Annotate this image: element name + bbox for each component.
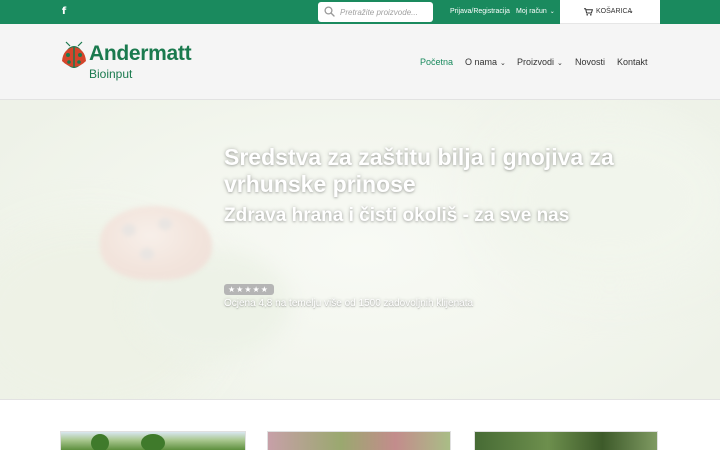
hero-banner: Sredstva za zaštitu bilja i gnojiva za v… <box>0 100 720 400</box>
nav-item-news[interactable]: Novosti <box>575 56 605 68</box>
ladybug-spot <box>140 248 154 260</box>
ladybug-spot <box>158 218 172 230</box>
hero-subtitle: Zdrava hrana i čisti okoliš - za sve nas <box>224 205 570 226</box>
feature-card-image[interactable] <box>267 431 451 450</box>
nav-item-home[interactable]: Početna <box>420 56 453 68</box>
rating-badge: ★★★★★ <box>224 284 274 295</box>
hero-background-blur <box>480 110 720 290</box>
cart-label: KOŠARICA <box>596 8 633 15</box>
my-account-label: Moj račun <box>516 8 547 15</box>
rating-text: Ocjena 4,8 na temelju više od 1500 zadov… <box>224 298 474 309</box>
my-account-menu[interactable]: Moj račun ⌄ <box>516 7 555 17</box>
nav-item-about[interactable]: O nama ⌄ <box>465 56 506 70</box>
hero-title: Sredstva za zaštitu bilja i gnojiva za v… <box>224 144 614 197</box>
tree-image <box>141 434 165 450</box>
star-icon: ★★★★★ <box>228 285 269 294</box>
cart-button[interactable]: KOŠARICA ⌄ <box>560 0 660 24</box>
login-register-link[interactable]: Prijava/Registracija <box>450 7 510 17</box>
chevron-down-icon: ⌄ <box>500 60 506 67</box>
chevron-down-icon: ⌄ <box>628 8 634 15</box>
logo-name[interactable]: Andermatt <box>89 42 192 66</box>
ladybug-spot <box>122 224 136 236</box>
logo-subtitle[interactable]: Bioinput <box>89 67 132 81</box>
tree-image <box>91 434 109 450</box>
nav-item-label: O nama <box>465 57 498 67</box>
top-bar: f Prijava/Registracija Moj račun⌄ KOŠARI… <box>0 0 720 24</box>
site-header: Andermatt Bioinput Početna O nama ⌄ Proiz… <box>0 24 720 100</box>
chevron-down-icon: ⌄ <box>557 60 563 67</box>
facebook-icon[interactable]: f <box>60 5 68 19</box>
ladybug-logo-icon[interactable] <box>59 41 89 71</box>
feature-card-image[interactable] <box>474 431 658 450</box>
search-box[interactable] <box>318 2 433 22</box>
hero-ladybug-image <box>100 206 212 280</box>
search-icon[interactable] <box>324 6 335 17</box>
nav-item-contact[interactable]: Kontakt <box>617 56 648 68</box>
cart-icon <box>584 8 593 16</box>
search-input[interactable] <box>340 4 430 20</box>
nav-item-label: Proizvodi <box>517 57 555 67</box>
feature-card-image[interactable] <box>60 431 246 450</box>
section-divider <box>0 399 720 400</box>
nav-item-products[interactable]: Proizvodi ⌄ <box>517 56 563 70</box>
chevron-down-icon: ⌄ <box>549 9 555 15</box>
